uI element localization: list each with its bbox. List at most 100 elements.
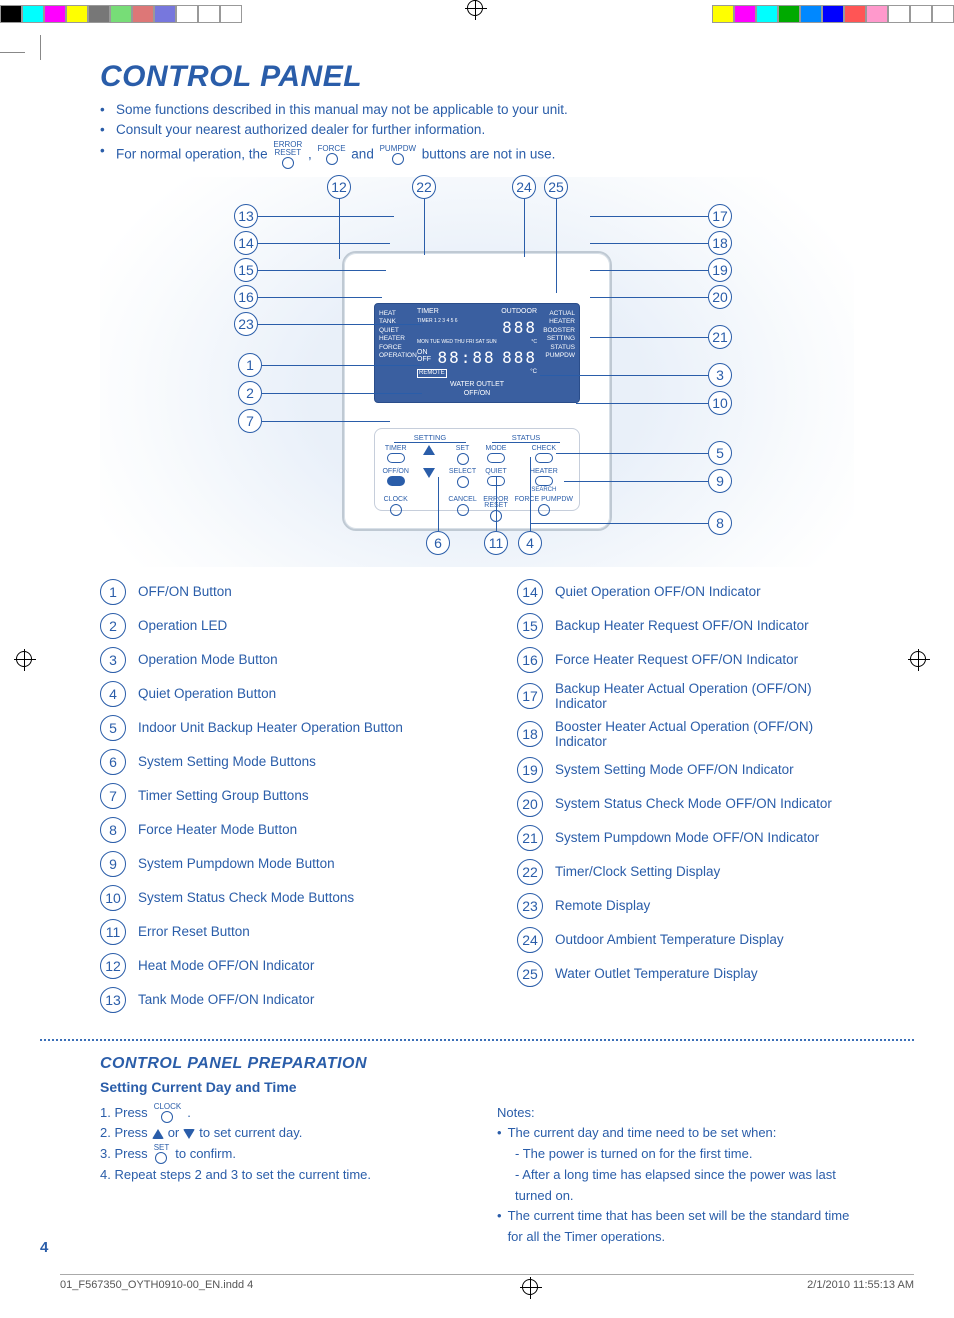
legend-text: System Status Check Mode OFF/ON Indicato… bbox=[555, 796, 832, 811]
button-area: SETTING STATUS TIMER SET MODE CHECK OFF/… bbox=[374, 428, 580, 511]
up-button[interactable] bbox=[414, 445, 443, 465]
mode-button[interactable]: MODE bbox=[481, 445, 510, 465]
legend-row: 17Backup Heater Actual Operation (OFF/ON… bbox=[517, 681, 854, 711]
legend-text: System Setting Mode Buttons bbox=[138, 754, 316, 769]
legend-text: Water Outlet Temperature Display bbox=[555, 966, 758, 981]
check-button[interactable]: CHECK bbox=[515, 445, 573, 465]
page-title: CONTROL PANEL bbox=[100, 60, 854, 94]
legend-row: 8Force Heater Mode Button bbox=[100, 817, 437, 843]
legend-badge: 13 bbox=[100, 987, 126, 1013]
legend-badge: 3 bbox=[100, 647, 126, 673]
callout-6: 6 bbox=[426, 531, 450, 555]
legend-badge: 14 bbox=[517, 579, 543, 605]
legend-row: 14 Quiet Operation OFF/ON Indicator bbox=[517, 579, 854, 605]
callout-17: 17 bbox=[708, 204, 732, 228]
steps: 1. Press CLOCK . 2. Press or to set curr… bbox=[100, 1103, 457, 1249]
legend-text: Backup Heater Actual Operation (OFF/ON) … bbox=[555, 681, 854, 711]
legend-text: Timer/Clock Setting Display bbox=[555, 864, 720, 879]
callout-20: 20 bbox=[708, 285, 732, 309]
legend-row: 18Booster Heater Actual Operation (OFF/O… bbox=[517, 719, 854, 749]
callout-7: 7 bbox=[238, 409, 262, 433]
legend-badge: 5 bbox=[100, 715, 126, 741]
prep-heading: CONTROL PANEL PREPARATION bbox=[100, 1055, 854, 1073]
legend-badge: 15 bbox=[517, 613, 543, 639]
remote-panel: HEAT TANK QUIET HEATER FORCE OPERATION A… bbox=[342, 251, 612, 531]
callout-9: 9 bbox=[708, 469, 732, 493]
page-number: 4 bbox=[40, 1239, 48, 1256]
offon-button[interactable]: OFF/ON bbox=[381, 468, 410, 493]
lcd-display: HEAT TANK QUIET HEATER FORCE OPERATION A… bbox=[374, 303, 580, 403]
legend-badge: 21 bbox=[517, 825, 543, 851]
legend-row: 21 System Pumpdown Mode OFF/ON Indicator bbox=[517, 825, 854, 851]
legend-row: 10System Status Check Mode Buttons bbox=[100, 885, 437, 911]
legend-text: Indoor Unit Backup Heater Operation Butt… bbox=[138, 720, 403, 735]
legend-row: 5 Indoor Unit Backup Heater Operation But… bbox=[100, 715, 437, 741]
legend-row: 15 Backup Heater Request OFF/ON Indicator bbox=[517, 613, 854, 639]
legend-text: System Pumpdown Mode OFF/ON Indicator bbox=[555, 830, 819, 845]
prep-subheading: Setting Current Day and Time bbox=[100, 1079, 854, 1095]
callout-14: 14 bbox=[234, 231, 258, 255]
down-button[interactable] bbox=[414, 468, 443, 493]
timer-button[interactable]: TIMER bbox=[381, 445, 410, 465]
legend-badge: 7 bbox=[100, 783, 126, 809]
callout-23: 23 bbox=[234, 312, 258, 336]
clock-button[interactable]: CLOCK bbox=[381, 496, 410, 522]
legend-badge: 8 bbox=[100, 817, 126, 843]
footer: 01_F567350_OYTH0910-00_EN.indd 4 2/1/201… bbox=[60, 1274, 914, 1298]
legend-text: Remote Display bbox=[555, 898, 650, 913]
legend-text: Timer Setting Group Buttons bbox=[138, 788, 309, 803]
callout-4: 4 bbox=[518, 531, 542, 555]
legend-text: System Status Check Mode Buttons bbox=[138, 890, 354, 905]
legend-text: Backup Heater Request OFF/ON Indicator bbox=[555, 618, 809, 633]
legend-row: 16Force Heater Request OFF/ON Indicator bbox=[517, 647, 854, 673]
callout-10: 10 bbox=[708, 391, 732, 415]
legend-badge: 6 bbox=[100, 749, 126, 775]
registration-mark-top bbox=[467, 0, 487, 20]
legend: 1OFF/ON Button2Operation LED3Operation M… bbox=[100, 579, 854, 1021]
cancel-button[interactable]: CANCEL bbox=[448, 496, 477, 522]
callout-16: 16 bbox=[234, 285, 258, 309]
set-icon: SET bbox=[154, 1144, 170, 1164]
up-arrow-icon bbox=[152, 1129, 164, 1139]
down-arrow-icon bbox=[183, 1129, 195, 1139]
legend-badge: 2 bbox=[100, 613, 126, 639]
legend-text: Error Reset Button bbox=[138, 924, 250, 939]
pumpdw-icon: PUMPDW bbox=[380, 145, 416, 165]
legend-row: 20System Status Check Mode OFF/ON Indica… bbox=[517, 791, 854, 817]
select-button[interactable]: SELECT bbox=[448, 468, 477, 493]
legend-text: System Pumpdown Mode Button bbox=[138, 856, 335, 871]
legend-text: Heat Mode OFF/ON Indicator bbox=[138, 958, 314, 973]
legend-badge: 24 bbox=[517, 927, 543, 953]
legend-row: 4 Quiet Operation Button bbox=[100, 681, 437, 707]
legend-text: Tank Mode OFF/ON Indicator bbox=[138, 992, 314, 1007]
legend-row: 3Operation Mode Button bbox=[100, 647, 437, 673]
legend-badge: 23 bbox=[517, 893, 543, 919]
legend-badge: 9 bbox=[100, 851, 126, 877]
callout-12: 12 bbox=[327, 175, 351, 199]
legend-row: 13 Tank Mode OFF/ON Indicator bbox=[100, 987, 437, 1013]
legend-badge: 22 bbox=[517, 859, 543, 885]
legend-row: 1OFF/ON Button bbox=[100, 579, 437, 605]
legend-badge: 25 bbox=[517, 961, 543, 987]
set-button[interactable]: SET bbox=[448, 445, 477, 465]
legend-row: 22 Timer/Clock Setting Display bbox=[517, 859, 854, 885]
callout-21: 21 bbox=[708, 325, 732, 349]
legend-text: Force Heater Request OFF/ON Indicator bbox=[555, 652, 798, 667]
callout-13: 13 bbox=[234, 204, 258, 228]
legend-row: 9 System Pumpdown Mode Button bbox=[100, 851, 437, 877]
callout-15: 15 bbox=[234, 258, 258, 282]
legend-text: Quiet Operation Button bbox=[138, 686, 276, 701]
callout-22: 22 bbox=[412, 175, 436, 199]
legend-row: 24Outdoor Ambient Temperature Display bbox=[517, 927, 854, 953]
callout-3: 3 bbox=[708, 363, 732, 387]
callout-2: 2 bbox=[238, 381, 262, 405]
legend-row: 25 Water Outlet Temperature Display bbox=[517, 961, 854, 987]
legend-badge: 4 bbox=[100, 681, 126, 707]
intro-bullets: •Some functions described in this manual… bbox=[100, 100, 854, 169]
registration-mark-bottom bbox=[522, 1279, 538, 1298]
error-reset-icon: ERRORRESET bbox=[273, 141, 302, 169]
force-pumpdw-button[interactable]: FORCE PUMPDW bbox=[515, 496, 573, 522]
section-divider bbox=[40, 1039, 914, 1041]
legend-text: System Setting Mode OFF/ON Indicator bbox=[555, 762, 794, 777]
legend-text: Quiet Operation OFF/ON Indicator bbox=[555, 584, 761, 599]
